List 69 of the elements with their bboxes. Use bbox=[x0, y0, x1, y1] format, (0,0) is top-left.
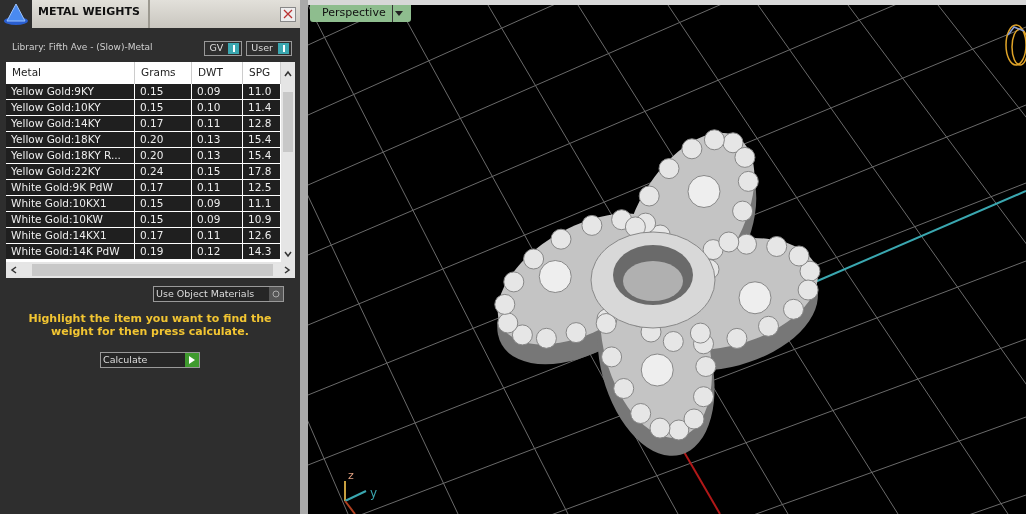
table-cell: 10.9 bbox=[243, 212, 281, 228]
table-cell: White Gold:10KW bbox=[6, 212, 135, 228]
view-menu[interactable]: Perspective bbox=[310, 5, 411, 22]
table-cell: 0.17 bbox=[135, 180, 192, 196]
axis-label: z bbox=[348, 469, 354, 482]
table-cell: 0.15 bbox=[192, 164, 243, 180]
table-cell: 0.20 bbox=[135, 148, 192, 164]
scroll-down-icon[interactable] bbox=[284, 250, 292, 258]
table-cell: White Gold:14K PdW bbox=[6, 244, 135, 260]
table-cell: Yellow Gold:22KY bbox=[6, 164, 135, 180]
calculate-button[interactable]: Calculate bbox=[100, 352, 200, 368]
toggle-button[interactable]: User bbox=[246, 40, 292, 56]
table-cell: 0.11 bbox=[192, 180, 243, 196]
table-cell: 0.15 bbox=[135, 212, 192, 228]
horizontal-scrollbar[interactable] bbox=[6, 262, 295, 278]
table-cell: 0.10 bbox=[192, 100, 243, 116]
table-cell: Yellow Gold:14KY bbox=[6, 116, 135, 132]
table-cell: 12.6 bbox=[243, 228, 281, 244]
table-cell: 0.19 bbox=[135, 244, 192, 260]
table-cell: White Gold:9K PdW bbox=[6, 180, 135, 196]
table-cell: 0.09 bbox=[192, 196, 243, 212]
toggle-button[interactable]: GV bbox=[204, 40, 243, 56]
cone-icon bbox=[3, 2, 29, 26]
ring-wireframe-drawing bbox=[1005, 24, 1026, 66]
panel-title: METAL WEIGHTS bbox=[32, 0, 150, 28]
table-cell: Yellow Gold:10KY bbox=[6, 100, 135, 116]
play-icon bbox=[185, 353, 199, 367]
table-cell: 0.09 bbox=[192, 212, 243, 228]
table-cell: 0.11 bbox=[192, 228, 243, 244]
table-cell: 0.17 bbox=[135, 116, 192, 132]
hint-text: Highlight the item you want to find the weight for then press calculate. bbox=[27, 312, 273, 338]
table-cell: 0.11 bbox=[192, 116, 243, 132]
table-cell: 15.4 bbox=[243, 148, 281, 164]
scroll-right-icon[interactable] bbox=[283, 266, 291, 274]
scroll-thumb[interactable] bbox=[283, 92, 293, 152]
table-cell: 0.13 bbox=[192, 148, 243, 164]
table-cell: White Gold:10KX1 bbox=[6, 196, 135, 212]
close-button[interactable] bbox=[280, 6, 296, 22]
table-cell: 14.3 bbox=[243, 244, 281, 260]
table-cell: 0.15 bbox=[135, 84, 192, 100]
table-cell: 12.5 bbox=[243, 180, 281, 196]
table-cell: White Gold:14KX1 bbox=[6, 228, 135, 244]
table-cell: 11.4 bbox=[243, 100, 281, 116]
table-cell: 15.4 bbox=[243, 132, 281, 148]
table-cell: 11.1 bbox=[243, 196, 281, 212]
scroll-thumb[interactable] bbox=[32, 264, 273, 276]
library-label: Library: Fifth Ave - (Slow)-Metal bbox=[12, 41, 153, 55]
table-cell: 0.13 bbox=[192, 132, 243, 148]
table-cell: 0.09 bbox=[192, 84, 243, 100]
table-cell: Yellow Gold:18KY bbox=[6, 132, 135, 148]
option-toggle[interactable]: Use Object Materials bbox=[153, 286, 284, 302]
table-cell: Yellow Gold:18KY R... bbox=[6, 148, 135, 164]
table-cell: 0.12 bbox=[192, 244, 243, 260]
table-cell: 0.24 bbox=[135, 164, 192, 180]
table-cell: 0.20 bbox=[135, 132, 192, 148]
scroll-left-icon[interactable] bbox=[10, 266, 18, 274]
axis-gizmo-drawing bbox=[344, 480, 367, 514]
table-cell: 0.15 bbox=[135, 196, 192, 212]
caret-icon bbox=[394, 10, 403, 17]
table-cell: 17.8 bbox=[243, 164, 281, 180]
scroll-up-icon[interactable] bbox=[284, 70, 292, 78]
table-cell: Yellow Gold:9KY bbox=[6, 84, 135, 100]
table-cell: 0.17 bbox=[135, 228, 192, 244]
axis-label: y bbox=[370, 486, 378, 500]
table-cell: 11.0 bbox=[243, 84, 281, 100]
table-cell: 0.15 bbox=[135, 100, 192, 116]
table-cell: 12.8 bbox=[243, 116, 281, 132]
vertical-scrollbar[interactable] bbox=[281, 62, 295, 262]
circle-icon bbox=[269, 287, 283, 301]
